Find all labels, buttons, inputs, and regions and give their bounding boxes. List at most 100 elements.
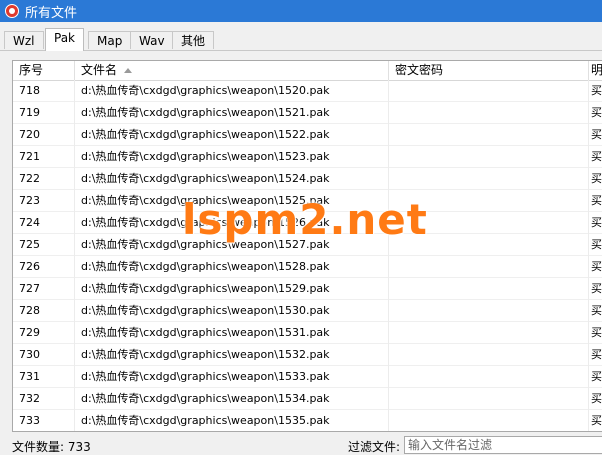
column-header-seq[interactable]: 序号 [13, 61, 75, 80]
column-header-name[interactable]: 文件名 [75, 61, 389, 80]
cell-extra: 买 [591, 304, 602, 317]
tab-strip: Wzl Pak Map Wav 其他 [0, 28, 602, 51]
cell-filename: d:\热血传奇\cxdgd\graphics\weapon\1522.pak [75, 124, 389, 146]
cell-filename: d:\热血传奇\cxdgd\graphics\weapon\1520.pak [75, 80, 389, 102]
table-row[interactable]: 722 d:\热血传奇\cxdgd\graphics\weapon\1524.pa… [13, 168, 602, 190]
cell-filename: d:\热血传奇\cxdgd\graphics\weapon\1528.pak [75, 256, 389, 278]
tab-other[interactable]: 其他 [172, 31, 215, 49]
cell-password [389, 344, 589, 366]
cell-extra: 买 [591, 260, 602, 273]
cell-filename: d:\热血传奇\cxdgd\graphics\weapon\1532.pak [75, 344, 389, 366]
tab-wav[interactable]: Wav [130, 31, 174, 49]
cell-password [389, 80, 589, 102]
column-header-extra-label: 明 [591, 63, 602, 77]
cell-seq: 720 [13, 124, 75, 146]
cell-extra: 买 [591, 392, 602, 405]
cell-filename: d:\热血传奇\cxdgd\graphics\weapon\1525.pak [75, 190, 389, 212]
column-header-name-label: 文件名 [81, 63, 118, 77]
cell-filename: d:\热血传奇\cxdgd\graphics\weapon\1527.pak [75, 234, 389, 256]
cell-filename: d:\热血传奇\cxdgd\graphics\weapon\1523.pak [75, 146, 389, 168]
cell-filename: d:\热血传奇\cxdgd\graphics\weapon\1534.pak [75, 388, 389, 410]
cell-seq: 730 [13, 344, 75, 366]
tab-wzl[interactable]: Wzl [4, 31, 44, 49]
cell-password [389, 168, 589, 190]
cell-password [389, 410, 589, 431]
title-bar: 所有文件 [0, 0, 602, 22]
cell-password [389, 278, 589, 300]
window-title: 所有文件 [25, 5, 78, 21]
cell-seq: 721 [13, 146, 75, 168]
cell-extra: 买 [591, 216, 602, 229]
table-row[interactable]: 729 d:\热血传奇\cxdgd\graphics\weapon\1531.pa… [13, 322, 602, 344]
cell-extra: 买 [591, 282, 602, 295]
table-row[interactable]: 724 d:\热血传奇\cxdgd\graphics\weapon\1526.pa… [13, 212, 602, 234]
file-list[interactable]: 序号 文件名 密文密码 明 718 d:\热血传奇\cxdgd\graphics\… [12, 60, 602, 432]
cell-extra: 买 [591, 326, 602, 339]
cell-filename: d:\热血传奇\cxdgd\graphics\weapon\1530.pak [75, 300, 389, 322]
cell-filename: d:\热血传奇\cxdgd\graphics\weapon\1526.pak [75, 212, 389, 234]
cell-extra: 买 [591, 172, 602, 185]
file-count-label: 文件数量: 733 [12, 440, 91, 454]
cell-filename: d:\热血传奇\cxdgd\graphics\weapon\1521.pak [75, 102, 389, 124]
cell-filename: d:\热血传奇\cxdgd\graphics\weapon\1531.pak [75, 322, 389, 344]
cell-extra: 买 [591, 84, 602, 97]
column-header-password[interactable]: 密文密码 [389, 61, 589, 80]
cell-password [389, 212, 589, 234]
cell-seq: 729 [13, 322, 75, 344]
table-row[interactable]: 727 d:\热血传奇\cxdgd\graphics\weapon\1529.pa… [13, 278, 602, 300]
sort-ascending-icon [124, 68, 133, 73]
cell-seq: 731 [13, 366, 75, 388]
column-header-password-label: 密文密码 [395, 63, 444, 77]
cell-seq: 723 [13, 190, 75, 212]
table-row[interactable]: 728 d:\热血传奇\cxdgd\graphics\weapon\1530.pa… [13, 300, 602, 322]
cell-seq: 718 [13, 80, 75, 102]
cell-password [389, 322, 589, 344]
list-header: 序号 文件名 密文密码 明 [13, 61, 602, 81]
cell-password [389, 234, 589, 256]
cell-seq: 728 [13, 300, 75, 322]
cell-seq: 719 [13, 102, 75, 124]
cell-seq: 725 [13, 234, 75, 256]
cell-seq: 733 [13, 410, 75, 431]
cell-password [389, 102, 589, 124]
filter-input[interactable] [404, 436, 602, 454]
cell-password [389, 124, 589, 146]
filter-label: 过滤文件: [348, 440, 401, 454]
column-header-extra[interactable]: 明 [589, 61, 602, 80]
cell-password [389, 300, 589, 322]
cell-password [389, 388, 589, 410]
cell-extra: 买 [591, 194, 602, 207]
tab-map[interactable]: Map [88, 31, 132, 49]
cell-extra: 买 [591, 128, 602, 141]
table-row[interactable]: 721 d:\热血传奇\cxdgd\graphics\weapon\1523.pa… [13, 146, 602, 168]
table-row[interactable]: 730 d:\热血传奇\cxdgd\graphics\weapon\1532.pa… [13, 344, 602, 366]
table-row[interactable]: 733 d:\热血传奇\cxdgd\graphics\weapon\1535.pa… [13, 410, 602, 431]
table-row[interactable]: 732 d:\热血传奇\cxdgd\graphics\weapon\1534.pa… [13, 388, 602, 410]
cell-filename: d:\热血传奇\cxdgd\graphics\weapon\1524.pak [75, 168, 389, 190]
cell-extra: 买 [591, 150, 602, 163]
cell-extra: 买 [591, 348, 602, 361]
cell-extra: 买 [591, 414, 602, 427]
cell-extra: 买 [591, 370, 602, 383]
cell-filename: d:\热血传奇\cxdgd\graphics\weapon\1529.pak [75, 278, 389, 300]
status-bar: 文件数量: 733 过滤文件: [12, 436, 602, 454]
cell-seq: 724 [13, 212, 75, 234]
cell-seq: 726 [13, 256, 75, 278]
table-row[interactable]: 723 d:\热血传奇\cxdgd\graphics\weapon\1525.pa… [13, 190, 602, 212]
table-row[interactable]: 720 d:\热血传奇\cxdgd\graphics\weapon\1522.pa… [13, 124, 602, 146]
cell-extra: 买 [591, 106, 602, 119]
cell-password [389, 366, 589, 388]
table-row[interactable]: 731 d:\热血传奇\cxdgd\graphics\weapon\1533.pa… [13, 366, 602, 388]
table-row[interactable]: 725 d:\热血传奇\cxdgd\graphics\weapon\1527.pa… [13, 234, 602, 256]
tab-pak[interactable]: Pak [45, 28, 84, 51]
table-row[interactable]: 718 d:\热血传奇\cxdgd\graphics\weapon\1520.pa… [13, 80, 602, 102]
column-header-seq-label: 序号 [19, 63, 44, 77]
cell-password [389, 190, 589, 212]
cell-filename: d:\热血传奇\cxdgd\graphics\weapon\1533.pak [75, 366, 389, 388]
cell-filename: d:\热血传奇\cxdgd\graphics\weapon\1535.pak [75, 410, 389, 431]
cell-password [389, 256, 589, 278]
cell-password [389, 146, 589, 168]
cell-extra: 买 [591, 238, 602, 251]
table-row[interactable]: 726 d:\热血传奇\cxdgd\graphics\weapon\1528.pa… [13, 256, 602, 278]
table-row[interactable]: 719 d:\热血传奇\cxdgd\graphics\weapon\1521.pa… [13, 102, 602, 124]
